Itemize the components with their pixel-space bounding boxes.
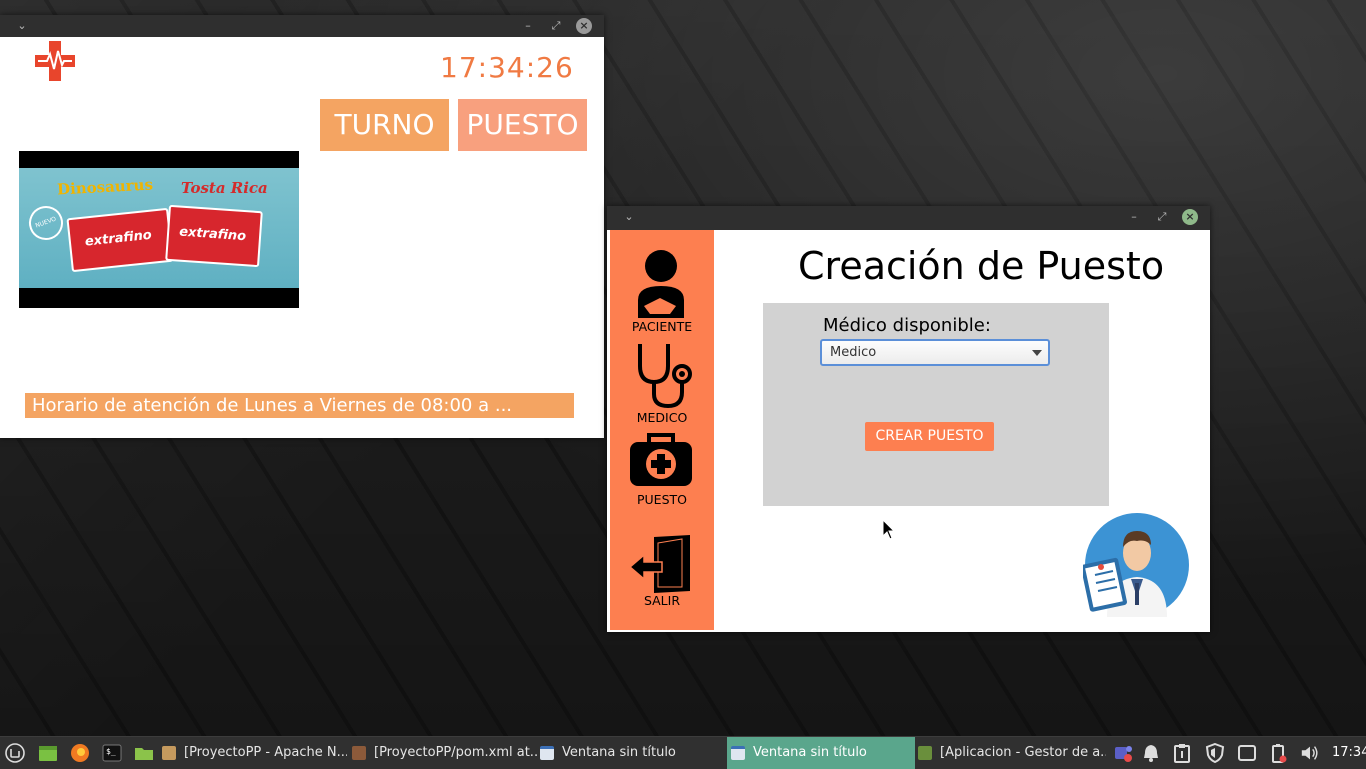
volume-icon[interactable] (1300, 743, 1320, 763)
window-titlebar[interactable]: ⌄ – ⤢ × (607, 206, 1210, 230)
task-ventana-1[interactable]: Ventana sin título (540, 737, 725, 769)
notifications-bell-icon[interactable] (1141, 743, 1161, 763)
window-menu-icon[interactable]: ⌄ (14, 18, 30, 34)
ad-product-label: extrafino (178, 224, 247, 245)
close-icon[interactable]: × (576, 18, 592, 34)
sidebar-item-paciente[interactable]: PACIENTE (610, 248, 714, 334)
task-label: Ventana sin título (562, 745, 676, 760)
window-titlebar[interactable]: ⌄ – ⤢ × (0, 15, 604, 37)
clipboard-icon[interactable] (1172, 743, 1192, 763)
medical-kit-icon (630, 433, 692, 486)
ad-brand-dinosaurus: Dinosaurus (56, 175, 154, 199)
show-desktop-icon[interactable] (38, 743, 58, 763)
ad-new-badge: NUEVO (24, 201, 68, 245)
taskbar: $_ [ProyectoPP - Apache N... [ProyectoPP… (0, 736, 1366, 769)
files-folder-icon[interactable] (134, 743, 154, 763)
ad-brand-tostarica: Tosta Rica (181, 179, 268, 197)
sidebar: PACIENTE MEDICO PUESTO SALIR (610, 230, 714, 630)
turno-button[interactable]: TURNO (320, 99, 449, 151)
folder-icon (918, 745, 932, 760)
gitkraken-icon (352, 745, 366, 760)
task-label: [Aplicacion - Gestor de a... (940, 745, 1106, 760)
java-window-icon (540, 745, 554, 760)
page-title: Creación de Puesto (798, 244, 1165, 288)
ad-frame: Dinosaurus Tosta Rica NUEVO extrafino ex… (19, 168, 299, 288)
task-label: [ProyectoPP/pom.xml at... (374, 745, 537, 760)
minimize-icon[interactable]: – (520, 18, 536, 34)
shield-icon[interactable] (1205, 743, 1225, 763)
maximize-icon[interactable]: ⤢ (548, 18, 564, 34)
ad-package-1: extrafino (66, 207, 174, 273)
task-label: [ProyectoPP - Apache N... (184, 745, 347, 760)
mouse-cursor-icon (882, 519, 896, 540)
medico-label: Médico disponible: (823, 315, 991, 336)
sidebar-item-medico[interactable]: MEDICO (610, 342, 714, 425)
firefox-icon[interactable] (70, 743, 90, 763)
ad-package-2: extrafino (165, 204, 263, 268)
clinic-logo-icon (35, 41, 75, 81)
window-menu-icon[interactable]: ⌄ (621, 209, 637, 225)
advertisement-video[interactable]: Dinosaurus Tosta Rica NUEVO extrafino ex… (19, 151, 299, 308)
form-content: PACIENTE MEDICO PUESTO SALIR Creación de… (610, 230, 1208, 630)
task-netbeans[interactable]: [ProyectoPP - Apache N... (162, 737, 347, 769)
netbeans-icon (162, 745, 176, 760)
linux-mint-menu-icon[interactable] (5, 743, 25, 763)
chevron-down-icon (1032, 350, 1042, 356)
exit-door-icon (630, 535, 690, 593)
doctor-illustration-icon (1083, 513, 1189, 617)
sidebar-label: PACIENTE (631, 319, 693, 334)
display-window[interactable]: ⌄ – ⤢ × 17:34:26 TURNO PUESTO Dinosaurus… (0, 15, 604, 438)
schedule-marquee: Horario de atención de Lunes a Viernes d… (25, 393, 574, 418)
taskbar-clock[interactable]: 17:34 (1332, 737, 1366, 769)
display-content: 17:34:26 TURNO PUESTO Dinosaurus Tosta R… (3, 37, 603, 437)
puesto-button[interactable]: PUESTO (458, 99, 587, 151)
crear-puesto-button[interactable]: CREAR PUESTO (865, 422, 994, 451)
medico-select-value: Medico (830, 345, 877, 360)
patient-icon (638, 250, 684, 318)
ad-product-label: extrafino (84, 227, 153, 250)
terminal-icon[interactable]: $_ (102, 743, 122, 763)
window-switcher-icon[interactable] (1237, 743, 1257, 763)
task-pom-xml[interactable]: [ProyectoPP/pom.xml at... (352, 737, 537, 769)
svg-text:$_: $_ (106, 747, 116, 756)
task-gestor[interactable]: [Aplicacion - Gestor de a... (918, 737, 1106, 769)
medico-select[interactable]: Medico (820, 339, 1050, 366)
sidebar-item-puesto[interactable]: PUESTO (610, 432, 714, 512)
task-label: Ventana sin título (753, 745, 867, 760)
sidebar-item-salir[interactable]: SALIR (610, 535, 714, 615)
sidebar-label: SALIR (643, 593, 681, 608)
teams-icon[interactable] (1113, 743, 1133, 763)
form-panel: Médico disponible: Medico CREAR PUESTO (763, 303, 1109, 506)
stethoscope-icon (638, 344, 692, 408)
sidebar-label: PUESTO (637, 492, 687, 507)
battery-icon[interactable] (1268, 743, 1288, 763)
form-window[interactable]: ⌄ – ⤢ × PACIENTE MEDICO PUESTO SALIR Cre… (607, 206, 1210, 632)
maximize-icon[interactable]: ⤢ (1154, 209, 1170, 225)
sidebar-label: MEDICO (636, 410, 688, 425)
task-ventana-2[interactable]: Ventana sin título (727, 737, 915, 769)
clock: 17:34:26 (440, 51, 574, 84)
java-window-icon (731, 745, 745, 760)
close-icon[interactable]: × (1182, 209, 1198, 225)
minimize-icon[interactable]: – (1126, 209, 1142, 225)
